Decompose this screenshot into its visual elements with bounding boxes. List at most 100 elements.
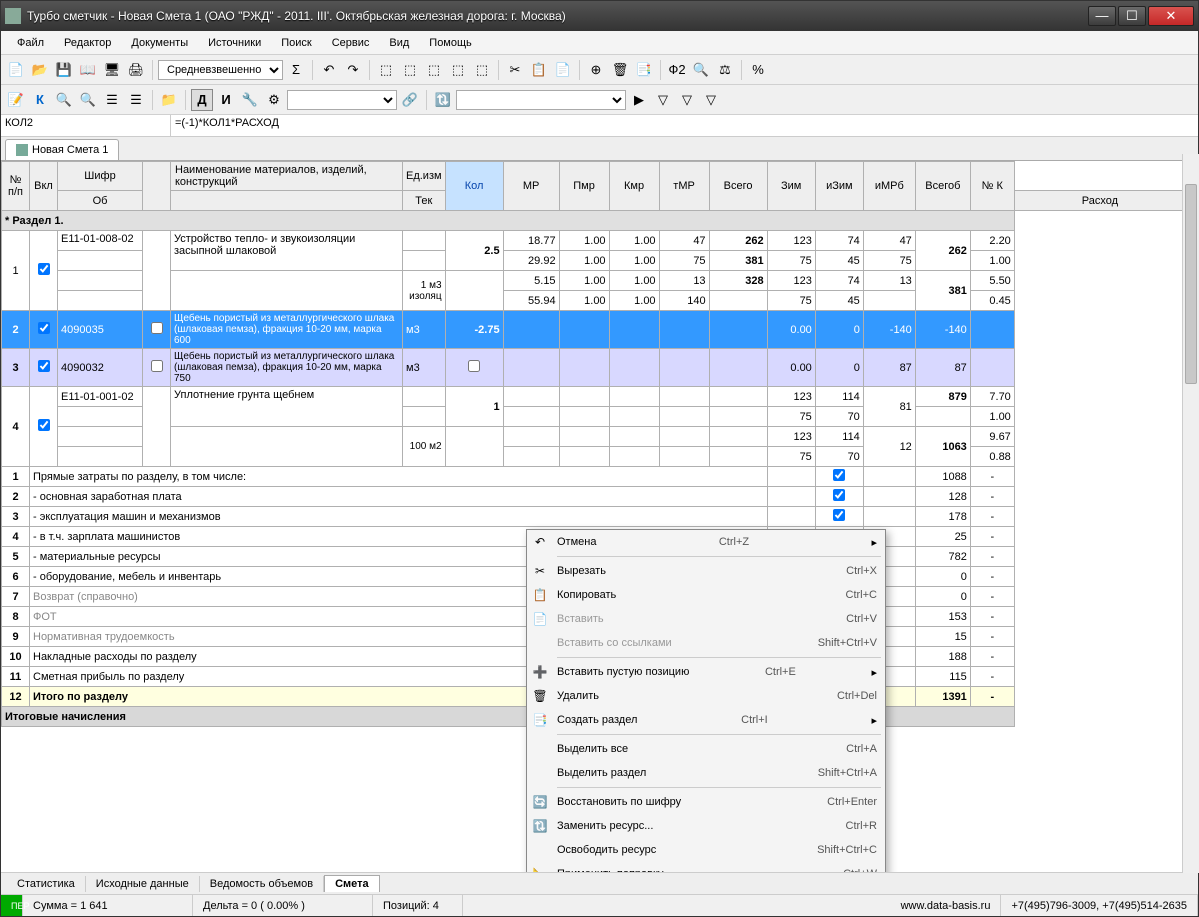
monitor-icon[interactable]: 🖥 [101,59,123,81]
menu-sources[interactable]: Источники [198,34,271,52]
status-pos: Позиций: 4 [373,895,463,916]
filter2-icon[interactable]: ▽ [676,89,698,111]
ctx-выделить-все[interactable]: Выделить всеCtrl+A [527,737,885,761]
col-mr[interactable]: МР [503,162,559,211]
scroll-thumb[interactable] [1185,184,1197,384]
tree-icon[interactable]: ☰ [101,89,123,111]
menubar: Файл Редактор Документы Источники Поиск … [1,31,1198,55]
col-kmr[interactable]: Кмр [609,162,659,211]
col-nk[interactable]: № К [970,162,1014,211]
empty-combo-1[interactable] [287,90,397,110]
zoom-in-icon[interactable]: 🔍 [53,89,75,111]
status-phones: +7(495)796-3009, +7(495)514-2635 [1001,895,1198,916]
tool-b-icon[interactable]: ⬚ [399,59,421,81]
menu-file[interactable]: Файл [7,34,54,52]
col-vkl[interactable]: Вкл [30,162,58,211]
ctx-вставить-пустую-позицию[interactable]: ➕Вставить пустую позициюCtrl+E▸ [527,660,885,684]
col-naim[interactable]: Наименование материалов, изделий, констр… [171,162,403,191]
minimize-button[interactable]: — [1088,6,1116,26]
col-vsego[interactable]: Всего [709,162,767,211]
delete-icon[interactable]: 🗑 [609,59,631,81]
menu-help[interactable]: Помощь [419,34,482,52]
book-icon[interactable]: 📖 [77,59,99,81]
new-icon[interactable]: 📄 [5,59,27,81]
section-icon[interactable]: 📑 [633,59,655,81]
menu-view[interactable]: Вид [379,34,419,52]
settings-icon[interactable]: ⚙ [263,89,285,111]
folder-icon[interactable]: 📁 [158,89,180,111]
percent-icon[interactable]: % [747,59,769,81]
menu-service[interactable]: Сервис [322,34,380,52]
ctx-освободить-ресурс[interactable]: Освободить ресурсShift+Ctrl+C [527,838,885,862]
copy-icon[interactable]: 📋 [528,59,550,81]
i-icon[interactable]: И [215,89,237,111]
col-shifr[interactable]: Шифр [58,162,143,191]
btab-stat[interactable]: Статистика [7,876,86,892]
mode-combo[interactable]: Средневзвешенно [158,60,283,80]
ctx-применить-поправку-[interactable]: 📐Применить поправку...Ctrl+W [527,862,885,872]
btab-smeta[interactable]: Смета [324,875,380,892]
filter3-icon[interactable]: ▽ [700,89,722,111]
vertical-scrollbar[interactable] [1182,154,1199,873]
search-icon[interactable]: 🔍 [690,59,712,81]
tool-a-icon[interactable]: ⬚ [375,59,397,81]
status-url: www.data-basis.ru [891,895,1002,916]
list-icon[interactable]: ☰ [125,89,147,111]
tool-e-icon[interactable]: ⬚ [471,59,493,81]
close-button[interactable]: ✕ [1148,6,1194,26]
col-izim[interactable]: иЗим [815,162,863,211]
col-pmr[interactable]: Пмр [559,162,609,211]
menu-editor[interactable]: Редактор [54,34,121,52]
k-icon[interactable]: К [29,89,51,111]
col-kol[interactable]: Кол [445,162,503,211]
ctx-вставить-со-ссылками: Вставить со ссылкамиShift+Ctrl+V [527,631,885,655]
scale-icon[interactable]: ⚖ [714,59,736,81]
context-menu: ↶ОтменаCtrl+Z▸ ✂ВырезатьCtrl+X📋Копировать… [526,529,886,872]
col-vsegob[interactable]: Всегоб [915,162,970,211]
wrench-icon[interactable]: 🔧 [239,89,261,111]
cell-name[interactable]: КОЛ2 [1,115,171,136]
ctx-восстановить-по-шифру[interactable]: 🔄Восстановить по шифруCtrl+Enter [527,790,885,814]
zoom-out-icon[interactable]: 🔍 [77,89,99,111]
insert-icon[interactable]: ⊕ [585,59,607,81]
ctx-создать-раздел[interactable]: 📑Создать разделCtrl+I▸ [527,708,885,732]
col-zim[interactable]: Зим [767,162,815,211]
save-icon[interactable]: 💾 [53,59,75,81]
link-icon[interactable]: 🔗 [399,89,421,111]
sigma-icon[interactable]: Σ [285,59,307,81]
cut-icon[interactable]: ✂ [504,59,526,81]
ctx-удалить[interactable]: 🗑УдалитьCtrl+Del [527,684,885,708]
d-icon[interactable]: Д [191,89,213,111]
ctx-вырезать[interactable]: ✂ВырезатьCtrl+X [527,559,885,583]
grid-area: № п/п Вкл Шифр Наименование материалов, … [1,161,1198,872]
ctx-отмена[interactable]: ↶ОтменаCtrl+Z▸ [527,530,885,554]
app-icon [5,8,21,24]
col-npp[interactable]: № п/п [2,162,30,211]
go-icon[interactable]: ▶ [628,89,650,111]
calc-icon[interactable]: 📝 [5,89,27,111]
btab-vedom[interactable]: Ведомость объемов [200,876,324,892]
empty-combo-2[interactable] [456,90,626,110]
doc-tab[interactable]: Новая Смета 1 [5,139,119,160]
tool-c-icon[interactable]: ⬚ [423,59,445,81]
filter-icon[interactable]: ▽ [652,89,674,111]
open-icon[interactable]: 📂 [29,59,51,81]
print-icon[interactable]: 🖨 [125,59,147,81]
maximize-button[interactable]: ☐ [1118,6,1146,26]
ctx-копировать[interactable]: 📋КопироватьCtrl+C [527,583,885,607]
tool-d-icon[interactable]: ⬚ [447,59,469,81]
menu-search[interactable]: Поиск [271,34,321,52]
f2-icon[interactable]: Ф2 [666,59,688,81]
undo-icon[interactable]: ↶ [318,59,340,81]
ctx-заменить-ресурс-[interactable]: 🔃Заменить ресурс...Ctrl+R [527,814,885,838]
paste-icon[interactable]: 📄 [552,59,574,81]
col-edizm[interactable]: Ед.изм [403,162,446,191]
cell-formula[interactable]: =(-1)*КОЛ1*РАСХОД [171,115,1198,136]
btab-source[interactable]: Исходные данные [86,876,200,892]
ctx-выделить-раздел[interactable]: Выделить разделShift+Ctrl+A [527,761,885,785]
menu-documents[interactable]: Документы [121,34,198,52]
redo-icon[interactable]: ↷ [342,59,364,81]
replace-icon[interactable]: 🔃 [432,89,454,111]
col-imrb[interactable]: иМРб [863,162,915,211]
col-tmp[interactable]: тМР [659,162,709,211]
